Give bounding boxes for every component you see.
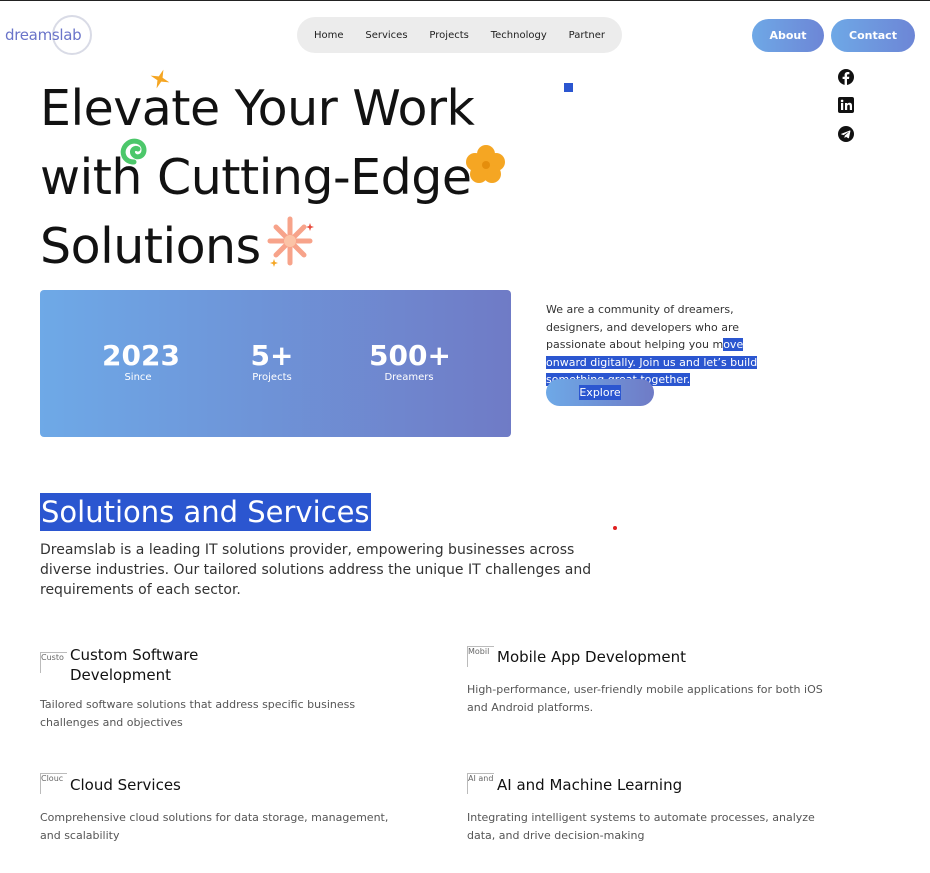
telegram-icon[interactable] bbox=[838, 126, 854, 142]
service-title-ai-ml[interactable]: AI and Machine Learning bbox=[497, 775, 797, 795]
stats-card: 2023 Since 5+ Projects 500+ Dreamers bbox=[40, 290, 511, 437]
blue-square-decoration bbox=[564, 83, 573, 92]
linkedin-icon[interactable] bbox=[838, 97, 854, 113]
nav-partner[interactable]: Partner bbox=[569, 30, 605, 41]
nav-projects[interactable]: Projects bbox=[429, 30, 468, 41]
main-nav: Home Services Projects Technology Partne… bbox=[297, 17, 622, 53]
stat-since: 2023 Since bbox=[102, 339, 180, 384]
service-desc: Comprehensive cloud solutions for data s… bbox=[40, 811, 389, 842]
about-description: We are a community of dreamers, designer… bbox=[546, 301, 784, 389]
logo[interactable]: dreamslab bbox=[4, 15, 94, 57]
service-image: AI and bbox=[467, 773, 494, 794]
service-title-custom-software[interactable]: Custom Software Development bbox=[70, 645, 230, 685]
stat-value: 5+ bbox=[250, 339, 294, 372]
section-subtitle: Dreamslab is a leading IT solutions prov… bbox=[40, 542, 592, 598]
starburst-icon bbox=[267, 216, 314, 267]
explore-button[interactable]: Explore bbox=[546, 379, 654, 406]
service-desc: Tailored software solutions that address… bbox=[40, 698, 356, 729]
service-desc: High-performance, user-friendly mobile a… bbox=[467, 683, 823, 714]
about-button[interactable]: About bbox=[752, 19, 824, 52]
nav-services[interactable]: Services bbox=[365, 30, 407, 41]
red-dot-decoration bbox=[613, 526, 617, 530]
logo-text: dreamslab bbox=[5, 26, 82, 44]
service-title-cloud[interactable]: Cloud Services bbox=[70, 775, 370, 795]
hero-title-line-2: with Cutting-Edge bbox=[40, 149, 472, 206]
facebook-icon[interactable] bbox=[838, 69, 854, 85]
service-title-mobile-app[interactable]: Mobile App Development bbox=[497, 647, 797, 667]
hero-title-line-1: Elevate Your Work bbox=[40, 80, 475, 137]
service-desc: Integrating intelligent systems to autom… bbox=[467, 811, 815, 842]
nav-technology[interactable]: Technology bbox=[491, 30, 547, 41]
about-text: We are a community of dreamers, designer… bbox=[546, 303, 739, 351]
service-image: Custo bbox=[40, 652, 67, 673]
hero-title-line-3: Solutions bbox=[40, 218, 261, 275]
service-image: Mobil bbox=[467, 646, 494, 667]
explore-label: Explore bbox=[579, 385, 621, 400]
stat-projects: 5+ Projects bbox=[243, 339, 301, 384]
service-image: Clouc bbox=[40, 773, 67, 794]
nav-home[interactable]: Home bbox=[314, 30, 344, 41]
section-title: Solutions and Services bbox=[40, 493, 371, 531]
stat-label: Projects bbox=[252, 372, 292, 383]
stat-label: Since bbox=[124, 372, 152, 383]
contact-button[interactable]: Contact bbox=[831, 19, 915, 52]
stat-value: 2023 bbox=[102, 339, 180, 372]
stat-value: 500+ bbox=[369, 339, 451, 372]
stat-dreamers: 500+ Dreamers bbox=[369, 339, 451, 384]
stat-label: Dreamers bbox=[384, 372, 434, 383]
